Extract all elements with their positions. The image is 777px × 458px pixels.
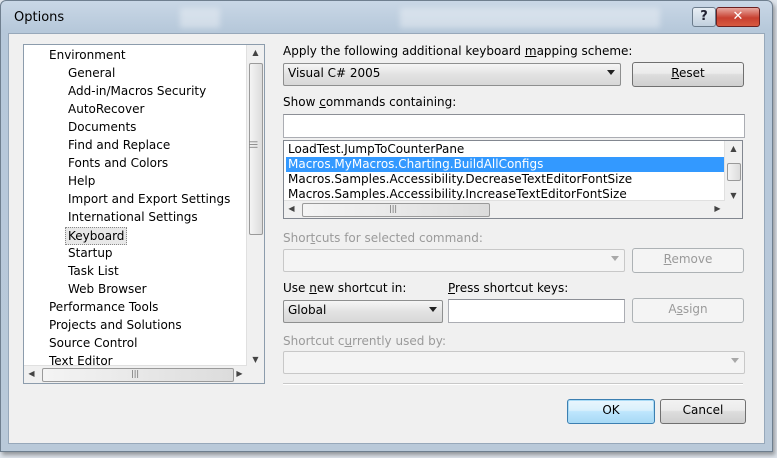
tree-item[interactable]: Performance Tools (49, 299, 158, 315)
scrollbar-corner (247, 366, 264, 383)
options-tree[interactable]: Environment General Add-in/Macros Security… (23, 44, 265, 384)
background-window-ghost (400, 8, 660, 28)
tree-item[interactable]: Projects and Solutions (49, 317, 182, 333)
mapping-scheme-value: Visual C# 2005 (288, 66, 381, 80)
chevron-down-icon (429, 307, 437, 312)
commands-horizontal-scrollbar[interactable]: ◀ ||| ▶ (284, 200, 725, 218)
tree-item[interactable]: Fonts and Colors (68, 155, 168, 171)
commands-hscroll-thumb[interactable]: ||| (302, 203, 490, 217)
shortcut-used-by-label: Shortcut currently used by: (283, 334, 447, 348)
command-list-item[interactable]: Macros.Samples.Accessibility.DecreaseTex… (286, 172, 726, 187)
tree-horizontal-scrollbar[interactable]: ◀ ||| ▶ (24, 365, 247, 383)
press-shortcut-keys-label: Press shortcut keys: (448, 281, 569, 295)
scroll-right-icon[interactable]: ▶ (232, 366, 247, 381)
tree-item[interactable]: Source Control (49, 335, 137, 351)
shortcut-used-by-select[interactable] (283, 351, 745, 374)
tree-item[interactable]: AutoRecover (68, 101, 144, 117)
commands-vertical-scrollbar[interactable]: ▲ ▼ (724, 141, 742, 203)
chevron-down-icon (611, 256, 619, 261)
shortcuts-select[interactable] (283, 249, 625, 272)
tree-hscroll-thumb[interactable]: ||| (42, 368, 234, 382)
grip-icon: ||| (249, 140, 259, 149)
command-list-item[interactable]: LoadTest.JumpToCounterPane (286, 142, 726, 157)
tree-vscroll-thumb[interactable]: ||| (249, 63, 263, 235)
tree-item[interactable]: Startup (68, 245, 113, 261)
scroll-up-icon[interactable]: ▲ (248, 45, 263, 60)
grip-icon: ||| (389, 204, 398, 213)
scroll-up-icon[interactable]: ▲ (726, 141, 741, 156)
commands-filter-input[interactable] (283, 114, 745, 138)
tree-item[interactable]: Documents (68, 119, 136, 135)
footer-separator (283, 383, 743, 385)
scroll-left-icon[interactable]: ◀ (24, 366, 39, 381)
grip-icon: ||| (131, 369, 140, 378)
ok-button[interactable]: OK (567, 399, 655, 424)
scroll-down-icon[interactable]: ▼ (248, 352, 263, 367)
tree-item[interactable]: International Settings (68, 209, 198, 225)
close-button[interactable]: ✕ (716, 7, 760, 27)
shortcuts-label: Shortcuts for selected command: (283, 231, 483, 245)
shortcut-scope-value: Global (288, 303, 327, 317)
reset-button[interactable]: Reset (632, 62, 744, 87)
mapping-scheme-label: Apply the following additional keyboard … (283, 44, 633, 58)
tree-item[interactable]: Keyboard (65, 227, 128, 245)
use-shortcut-in-label: Use new shortcut in: (283, 281, 407, 295)
background-window-ghost (180, 8, 220, 28)
tree-vertical-scrollbar[interactable]: ▲ ||| ▼ (246, 45, 264, 367)
chevron-down-icon (731, 358, 739, 363)
shortcut-scope-select[interactable]: Global (283, 300, 443, 323)
chevron-down-icon (607, 70, 615, 75)
shortcut-keys-input[interactable] (448, 299, 625, 323)
tree-item[interactable]: Find and Replace (68, 137, 170, 153)
mapping-scheme-select[interactable]: Visual C# 2005 (283, 63, 621, 86)
dialog-title: Options (14, 10, 65, 25)
tree-item[interactable]: Add-in/Macros Security (68, 83, 206, 99)
command-list-item[interactable]: Macros.MyMacros.Charting.BuildAllConfigs (286, 157, 726, 172)
assign-button[interactable]: Assign (632, 298, 744, 323)
commands-vscroll-thumb[interactable] (727, 163, 741, 181)
tree-item[interactable]: Help (68, 173, 95, 189)
remove-button[interactable]: Remove (632, 248, 744, 273)
tree-item[interactable]: General (68, 65, 115, 81)
scrollbar-corner (725, 201, 742, 218)
tree-item[interactable]: Import and Export Settings (68, 191, 230, 207)
tree-item[interactable]: Web Browser (68, 281, 147, 297)
help-button[interactable]: ? (692, 7, 716, 27)
commands-list[interactable]: LoadTest.JumpToCounterPane Macros.MyMacro… (283, 140, 743, 219)
show-commands-label: Show commands containing: (283, 95, 457, 109)
scroll-left-icon[interactable]: ◀ (284, 201, 299, 216)
cancel-button[interactable]: Cancel (660, 399, 746, 424)
scroll-right-icon[interactable]: ▶ (710, 201, 725, 216)
tree-item[interactable]: Environment (49, 47, 126, 63)
tree-item[interactable]: Task List (68, 263, 119, 279)
